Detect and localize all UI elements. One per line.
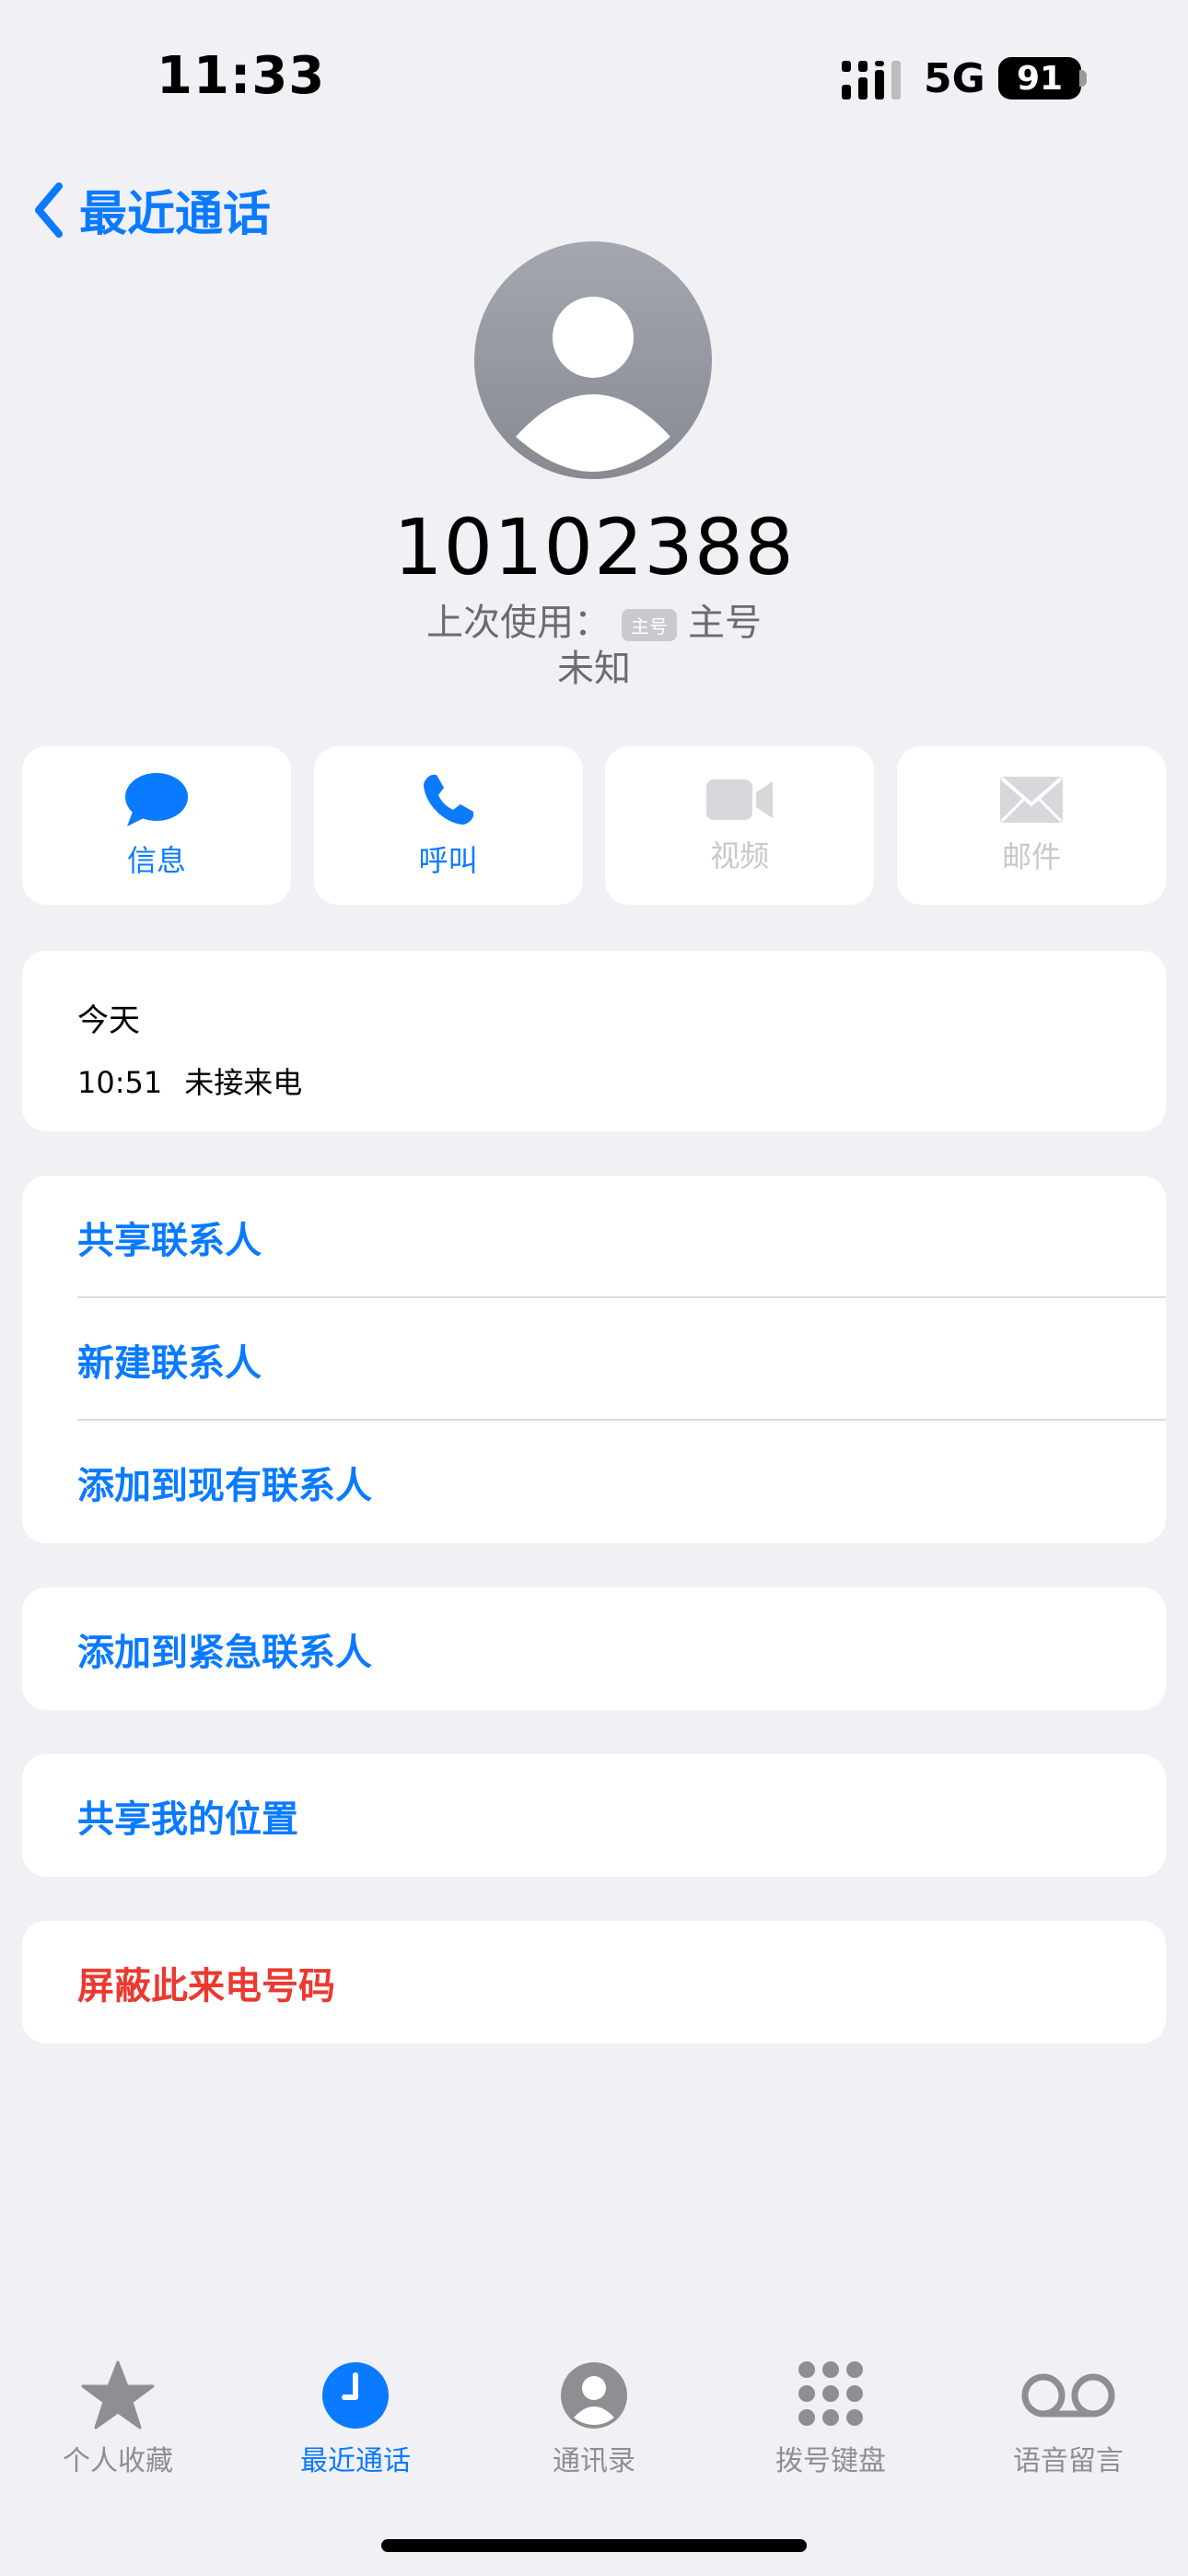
chevron-left-icon: [35, 181, 63, 238]
emergency-card: 添加到紧急联系人: [22, 1587, 1166, 1710]
location-card: 共享我的位置: [22, 1754, 1166, 1877]
tab-recents-label: 最近通话: [300, 2445, 411, 2477]
battery-level: 91: [998, 57, 1081, 100]
video-label: 视频: [710, 838, 770, 873]
message-icon: [125, 773, 188, 826]
action-row: 信息 呼叫 视频 邮件: [22, 746, 1166, 905]
block-card: 屏蔽此来电号码: [22, 1921, 1166, 2043]
tab-voicemail-label: 语音留言: [1013, 2445, 1124, 2477]
tab-favorites-label: 个人收藏: [63, 2445, 173, 2477]
share-contact-button[interactable]: 共享联系人: [22, 1176, 1166, 1298]
add-to-existing-contact-button[interactable]: 添加到现有联系人: [22, 1421, 1166, 1543]
network-type: 5G: [924, 55, 985, 102]
sim-tag: 主号: [622, 608, 677, 641]
tab-contacts-label: 通讯录: [553, 2445, 635, 2477]
history-entry: 10:51 未接来电: [77, 1060, 302, 1102]
contact-options-card: 共享联系人 新建联系人 添加到现有联系人: [22, 1176, 1166, 1543]
message-label: 信息: [126, 843, 186, 878]
tab-favorites[interactable]: 个人收藏: [26, 2360, 210, 2478]
cellular-signal-icon: [842, 61, 901, 100]
share-location-button[interactable]: 共享我的位置: [22, 1754, 1166, 1877]
mail-label: 邮件: [1001, 839, 1061, 874]
tab-keypad-label: 拨号键盘: [775, 2445, 886, 2477]
phone-number: 10102388: [393, 502, 795, 592]
status-time: 11:33: [157, 46, 326, 106]
call-button[interactable]: 呼叫: [313, 746, 583, 905]
avatar: [474, 241, 712, 479]
home-indicator[interactable]: [381, 2539, 807, 2552]
new-contact-button[interactable]: 新建联系人: [22, 1298, 1166, 1421]
location-label: 未知: [557, 648, 631, 690]
tab-voicemail[interactable]: 语音留言: [976, 2360, 1160, 2478]
tab-contacts[interactable]: 通讯录: [502, 2360, 686, 2478]
history-day: 今天: [77, 1002, 140, 1039]
mail-button[interactable]: 邮件: [896, 746, 1166, 905]
tab-keypad[interactable]: 拨号键盘: [739, 2360, 923, 2478]
call-history-card: 今天 10:51 未接来电: [22, 951, 1166, 1131]
back-label: 最近通话: [79, 187, 272, 242]
back-button[interactable]: 最近通话: [33, 175, 271, 244]
message-button[interactable]: 信息: [22, 746, 291, 905]
star-icon: [81, 2360, 155, 2430]
voicemail-icon: [1021, 2373, 1115, 2418]
tab-recents[interactable]: 最近通话: [263, 2360, 448, 2478]
video-icon: [706, 779, 774, 820]
phone-icon: [423, 775, 473, 825]
person-placeholder-icon: [516, 297, 670, 472]
mail-icon: [999, 777, 1063, 823]
history-time: 10:51: [77, 1065, 163, 1100]
block-caller-button[interactable]: 屏蔽此来电号码: [22, 1921, 1166, 2043]
video-button[interactable]: 视频: [605, 746, 875, 905]
clock-icon: [322, 2362, 389, 2429]
keypad-icon: [798, 2361, 863, 2426]
history-type: 未接来电: [184, 1065, 303, 1100]
add-emergency-contact-button[interactable]: 添加到紧急联系人: [22, 1587, 1166, 1710]
contacts-icon: [561, 2362, 627, 2429]
battery-tip: [1079, 70, 1087, 87]
call-label: 呼叫: [418, 843, 478, 878]
